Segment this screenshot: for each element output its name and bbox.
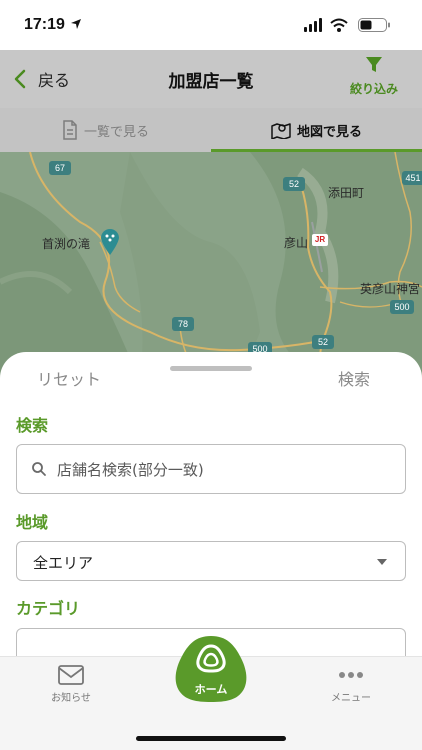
- map-label-hikosan: 彦山: [284, 236, 309, 250]
- route-shield-52-north: 52: [283, 177, 305, 191]
- tab-news[interactable]: お知らせ: [31, 665, 111, 704]
- category-section-label: カテゴリ: [16, 599, 81, 618]
- tab-map-view[interactable]: 地図で見る: [211, 108, 422, 152]
- store-search-input[interactable]: 店舗名検索(部分一致): [16, 444, 406, 494]
- tab-list-label: 一覧で見る: [83, 124, 149, 140]
- search-placeholder: 店舗名検索(部分一致): [57, 461, 204, 479]
- filter-button[interactable]: 絞り込み: [344, 56, 404, 100]
- search-section-label: 検索: [16, 416, 49, 435]
- tab-menu-label: メニュー: [331, 693, 371, 704]
- document-icon: [63, 120, 77, 140]
- search-button[interactable]: 検索: [338, 366, 370, 390]
- location-arrow-icon: [71, 19, 81, 29]
- wifi-icon: [330, 18, 348, 32]
- route-shield-451: 451: [402, 171, 422, 185]
- map-icon: [271, 123, 291, 139]
- home-button[interactable]: ホーム: [174, 634, 248, 704]
- map-label-hikosan-jingu: 英彦山神宮: [360, 282, 421, 296]
- home-indicator: [136, 736, 286, 741]
- tab-news-label: お知らせ: [51, 693, 91, 704]
- tab-list-view[interactable]: 一覧で見る: [0, 108, 211, 152]
- area-select[interactable]: 全エリア: [16, 541, 406, 581]
- tab-menu[interactable]: メニュー: [311, 665, 391, 704]
- battery-icon: [358, 18, 390, 32]
- search-icon: [32, 462, 46, 476]
- reset-button[interactable]: リセット: [37, 366, 101, 390]
- home-label: ホーム: [194, 683, 228, 696]
- caret-down-icon: [377, 559, 387, 565]
- route-shield-500-east: 500: [390, 300, 414, 314]
- view-tabs: 一覧で見る 地図で見る: [0, 108, 422, 152]
- filter-funnel-icon: [366, 57, 382, 72]
- area-select-value: 全エリア: [33, 554, 94, 572]
- map-pin-icon[interactable]: [99, 226, 121, 256]
- map-label-soeda: 添田町: [328, 186, 365, 200]
- jr-station-badge: JR: [312, 234, 328, 246]
- status-time: 17:19: [24, 16, 65, 33]
- map-label-kubuchi: 首渕の滝: [42, 237, 91, 251]
- route-shield-52-south: 52: [312, 335, 334, 349]
- filter-label: 絞り込み: [349, 82, 398, 96]
- more-dots-icon: [339, 672, 363, 678]
- signal-bars-icon: [304, 18, 322, 32]
- area-section-label: 地域: [16, 513, 49, 532]
- envelope-icon: [58, 665, 84, 685]
- status-icons: [304, 18, 390, 32]
- map-view[interactable]: 67 52 451 78 500 52 500 添田町 彦山 英彦山神宮 首渕の…: [0, 152, 422, 382]
- route-shield-67: 67: [49, 161, 71, 175]
- tab-map-label: 地図で見る: [296, 124, 362, 140]
- sheet-drag-handle[interactable]: [170, 366, 252, 371]
- route-shield-78: 78: [172, 317, 194, 331]
- nav-bar: 戻る 加盟店一覧 絞り込み: [0, 50, 422, 108]
- status-bar: 17:19: [0, 0, 422, 50]
- filter-sheet: リセット 検索 検索 店舗名検索(部分一致) 地域 全エリア カテゴリ: [0, 352, 422, 662]
